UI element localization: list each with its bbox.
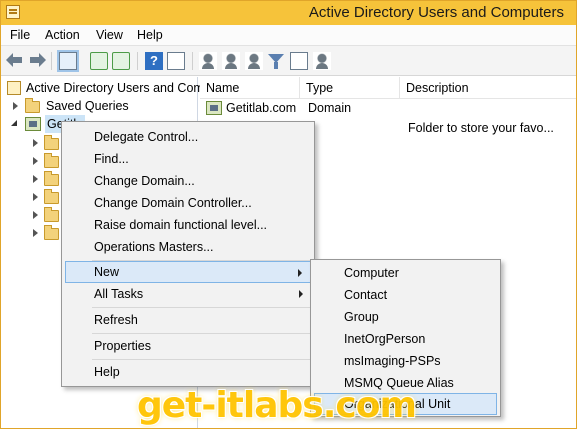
submenu-item-contact[interactable]: Contact bbox=[314, 284, 497, 306]
menu-action[interactable]: Action bbox=[45, 28, 80, 42]
tree-root-label: Active Directory Users and Com bbox=[26, 81, 204, 95]
menu-separator bbox=[92, 307, 311, 308]
domain-icon bbox=[206, 101, 222, 115]
menu-item-find[interactable]: Find... bbox=[65, 148, 311, 170]
tree-item-child[interactable] bbox=[1, 134, 61, 152]
folder-icon bbox=[44, 153, 59, 168]
menu-view[interactable]: View bbox=[96, 28, 123, 42]
menu-item-properties[interactable]: Properties bbox=[65, 335, 311, 357]
back-arrow-icon[interactable] bbox=[6, 52, 24, 70]
tree-item-child[interactable] bbox=[1, 188, 61, 206]
submenu-item-computer[interactable]: Computer bbox=[314, 262, 497, 284]
expand-arrow-icon[interactable] bbox=[33, 229, 38, 237]
tree-item-child[interactable] bbox=[1, 152, 61, 170]
folder-icon bbox=[44, 225, 59, 240]
submenu-arrow-icon bbox=[299, 290, 303, 298]
list-cell-description: Folder to store your favo... bbox=[408, 121, 554, 135]
menu-item-change-domain-controller[interactable]: Change Domain Controller... bbox=[65, 192, 311, 214]
expand-arrow-icon[interactable] bbox=[33, 211, 38, 219]
menu-bar: File Action View Help bbox=[1, 25, 576, 46]
column-header-type[interactable]: Type bbox=[300, 77, 400, 99]
menu-item-help[interactable]: Help bbox=[65, 361, 311, 383]
menu-item-delegate-control[interactable]: Delegate Control... bbox=[65, 126, 311, 148]
menu-separator bbox=[92, 359, 311, 360]
submenu-item-msimaging-psps[interactable]: msImaging-PSPs bbox=[314, 350, 497, 372]
mmc-window: Active Directory Users and Computers Fil… bbox=[0, 0, 577, 429]
watermark: get-itlabs.com bbox=[137, 385, 417, 426]
menu-item-all-tasks[interactable]: All Tasks bbox=[65, 283, 311, 305]
folder-icon bbox=[25, 98, 40, 113]
users-group-icon[interactable] bbox=[222, 52, 240, 70]
find-icon[interactable] bbox=[290, 52, 308, 70]
folder-icon bbox=[44, 135, 59, 150]
toolbar-separator bbox=[51, 52, 52, 70]
toolbar: ? bbox=[1, 46, 576, 76]
menu-item-all-tasks-label: All Tasks bbox=[94, 287, 144, 301]
expand-arrow-icon[interactable] bbox=[13, 102, 18, 110]
menu-item-new[interactable]: New bbox=[65, 261, 311, 283]
window-title: Active Directory Users and Computers bbox=[308, 4, 564, 21]
aduc-root-icon bbox=[7, 81, 21, 95]
domain-icon bbox=[25, 117, 41, 131]
column-header-description[interactable]: Description bbox=[400, 77, 576, 99]
list-cell-name: Getitlab.com bbox=[226, 101, 297, 115]
menu-separator bbox=[92, 333, 311, 334]
show-pane-icon[interactable] bbox=[167, 52, 185, 70]
context-menu: Delegate Control... Find... Change Domai… bbox=[61, 121, 315, 387]
tree-item-saved-queries[interactable]: Saved Queries bbox=[1, 97, 198, 115]
expand-arrow-icon[interactable] bbox=[33, 157, 38, 165]
expand-arrow-icon[interactable] bbox=[33, 139, 38, 147]
tree-item-child[interactable] bbox=[1, 224, 61, 242]
filter-icon[interactable] bbox=[267, 52, 285, 70]
menu-file[interactable]: File bbox=[10, 28, 30, 42]
user-icon[interactable] bbox=[199, 52, 217, 70]
submenu-item-inetorgperson[interactable]: InetOrgPerson bbox=[314, 328, 497, 350]
menu-item-new-label: New bbox=[94, 265, 120, 279]
submenu-arrow-icon bbox=[298, 269, 302, 277]
refresh-icon[interactable] bbox=[90, 52, 108, 70]
aduc-app-icon bbox=[6, 5, 20, 19]
tree-item-child[interactable] bbox=[1, 170, 61, 188]
folder-icon bbox=[44, 189, 59, 204]
help-icon[interactable]: ? bbox=[145, 52, 163, 70]
menu-help[interactable]: Help bbox=[137, 28, 163, 42]
forward-arrow-icon[interactable] bbox=[28, 52, 46, 70]
menu-item-raise-functional-level[interactable]: Raise domain functional level... bbox=[65, 214, 311, 236]
title-bar: Active Directory Users and Computers bbox=[1, 1, 576, 25]
list-cell-type: Domain bbox=[308, 101, 352, 115]
tree-item-label: Saved Queries bbox=[46, 99, 129, 113]
console-tree-icon[interactable] bbox=[57, 50, 79, 72]
tree-item-child[interactable] bbox=[1, 206, 61, 224]
expand-arrow-icon[interactable] bbox=[33, 175, 38, 183]
tree-root[interactable]: Active Directory Users and Com bbox=[1, 79, 204, 97]
list-header: Name Type Description bbox=[200, 77, 576, 99]
toolbar-separator bbox=[192, 52, 193, 70]
export-list-icon[interactable] bbox=[112, 52, 130, 70]
menu-item-refresh[interactable]: Refresh bbox=[65, 309, 311, 331]
column-header-name[interactable]: Name bbox=[200, 77, 300, 99]
expand-arrow-icon[interactable] bbox=[33, 193, 38, 201]
group-icon[interactable] bbox=[245, 52, 263, 70]
menu-item-operations-masters[interactable]: Operations Masters... bbox=[65, 236, 311, 258]
submenu-item-group[interactable]: Group bbox=[314, 306, 497, 328]
toolbar-separator bbox=[137, 52, 138, 70]
add-to-group-icon[interactable] bbox=[313, 52, 331, 70]
folder-icon bbox=[44, 207, 59, 222]
menu-item-change-domain[interactable]: Change Domain... bbox=[65, 170, 311, 192]
folder-icon bbox=[44, 171, 59, 186]
collapse-arrow-icon[interactable] bbox=[11, 120, 17, 126]
